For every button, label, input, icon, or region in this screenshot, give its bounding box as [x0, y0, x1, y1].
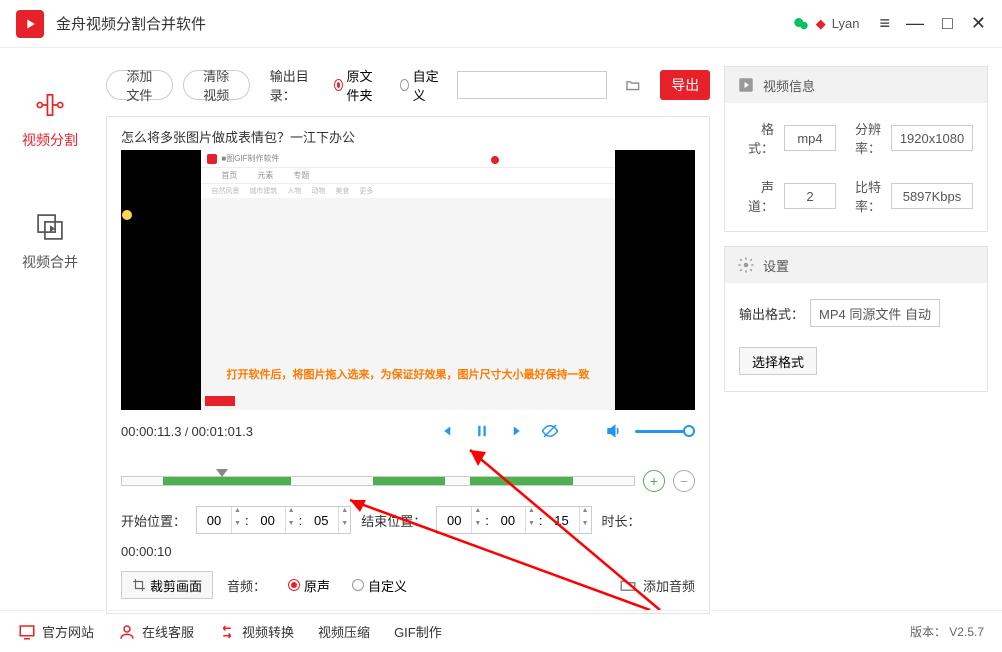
wechat-icon — [792, 15, 810, 33]
menu-icon[interactable]: ≡ — [880, 13, 889, 34]
close-button[interactable]: ✕ — [971, 13, 986, 34]
video-info-header: 视频信息 — [725, 67, 987, 103]
username[interactable]: Lyan — [832, 16, 860, 31]
video-caption: 打开软件后，将图片拖入选来，为保证好效果，图片尺寸大小最好保持一致 — [201, 366, 614, 382]
merge-icon — [33, 210, 67, 244]
version-label: 版本： V2.5.7 — [910, 623, 984, 640]
minimize-button[interactable]: — — [906, 13, 924, 34]
output-path-input[interactable] — [457, 71, 607, 99]
channels-label: 声道： — [739, 177, 774, 215]
add-file-button[interactable]: 添加文件 — [106, 70, 173, 100]
end-label: 结束位置： — [361, 511, 426, 530]
customer-service-link[interactable]: 在线客服 — [118, 622, 194, 641]
playhead[interactable] — [216, 469, 228, 477]
crop-button[interactable]: 裁剪画面 — [121, 571, 213, 599]
resolution-value: 1920x1080 — [891, 125, 973, 151]
start-time-input[interactable]: ▲▼: ▲▼: ▲▼ — [196, 506, 351, 534]
app-title: 金舟视频分割合并软件 — [56, 13, 792, 34]
next-frame-button[interactable] — [501, 416, 531, 446]
browse-folder-icon[interactable] — [625, 74, 641, 96]
time-display: 00:00:11.3 / 00:01:01.3 — [121, 424, 429, 439]
audio-label: 音频： — [227, 576, 266, 595]
format-label: 格式： — [739, 119, 774, 157]
pause-button[interactable] — [467, 416, 497, 446]
sidebar-label-split: 视频分割 — [22, 130, 78, 150]
volume-slider[interactable] — [635, 430, 695, 433]
export-button[interactable]: 导出 — [660, 70, 710, 100]
video-convert-link[interactable]: 视频转换 — [218, 622, 294, 641]
sidebar-item-merge[interactable]: 视频合并 — [22, 210, 78, 272]
radio-original-audio[interactable]: 原声 — [288, 576, 330, 595]
gem-icon: ◆ — [816, 16, 826, 32]
start-label: 开始位置： — [121, 511, 186, 530]
output-format-value: MP4 同源文件 自动 — [810, 299, 940, 327]
video-title: 怎么将多张图片做成表情包？一江下办公 — [121, 127, 695, 146]
sidebar-item-split[interactable]: 视频分割 — [22, 88, 78, 150]
marker-dot — [122, 210, 132, 220]
video-preview[interactable]: ■图GIF制作软件 首页元素专题 自然风景城市建筑人物动物美食更多 打开软件后，… — [121, 150, 695, 410]
clear-video-button[interactable]: 清除视频 — [183, 70, 250, 100]
output-format-label: 输出格式： — [739, 304, 804, 323]
add-audio-button[interactable]: 添加音频 — [619, 576, 695, 595]
gif-maker-link[interactable]: GIF制作 — [394, 622, 442, 641]
remove-segment-button[interactable]: − — [673, 470, 695, 492]
official-site-link[interactable]: 官方网站 — [18, 622, 94, 641]
split-icon — [33, 88, 67, 122]
add-segment-button[interactable]: + — [643, 470, 665, 492]
sidebar-label-merge: 视频合并 — [22, 252, 78, 272]
timeline-track[interactable] — [121, 476, 635, 486]
end-time-input[interactable]: ▲▼: ▲▼: ▲▼ — [436, 506, 591, 534]
volume-icon[interactable] — [599, 416, 629, 446]
video-compress-link[interactable]: 视频压缩 — [318, 622, 370, 641]
radio-custom-folder[interactable]: 自定义 — [400, 66, 439, 104]
app-logo — [16, 10, 44, 38]
radio-original-folder[interactable]: 原文件夹 — [334, 66, 382, 104]
hide-preview-button[interactable] — [535, 416, 565, 446]
maximize-button[interactable]: □ — [942, 13, 953, 34]
resolution-label: 分辨率： — [846, 119, 881, 157]
format-value: mp4 — [784, 125, 836, 151]
settings-header: 设置 — [725, 247, 987, 283]
bitrate-label: 比特率： — [846, 177, 881, 215]
duration-value: 00:00:10 — [121, 544, 172, 559]
radio-custom-audio[interactable]: 自定义 — [352, 576, 407, 595]
select-format-button[interactable]: 选择格式 — [739, 347, 817, 375]
output-dir-label: 输出目录： — [270, 66, 316, 104]
duration-label: 时长： — [602, 511, 641, 530]
prev-frame-button[interactable] — [433, 416, 463, 446]
channels-value: 2 — [784, 183, 836, 209]
bitrate-value: 5897Kbps — [891, 183, 973, 209]
